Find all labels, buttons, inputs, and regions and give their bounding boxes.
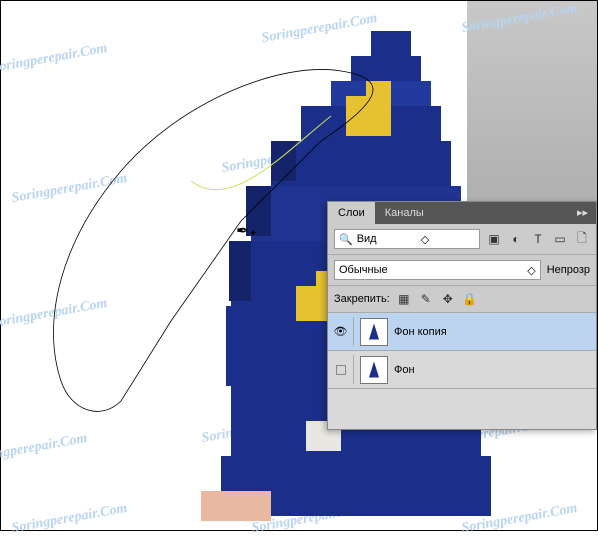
lock-move-icon[interactable]: ✥ — [440, 291, 456, 307]
layer-filter-select[interactable]: 🔍 ◇ — [334, 229, 480, 249]
layer-thumbnail[interactable] — [360, 318, 388, 346]
layer-item[interactable]: Фон — [328, 351, 596, 389]
layer-name: Фон — [394, 364, 596, 376]
watermark: Soringperepair.Com — [11, 501, 129, 537]
filter-type-icon[interactable]: T — [530, 231, 546, 247]
filter-image-icon[interactable]: ▣ — [486, 231, 502, 247]
filter-adjust-icon[interactable]: ◐ — [508, 231, 524, 247]
lock-label: Закрепить: — [334, 293, 390, 305]
watermark: Soringperepair.Com — [0, 431, 89, 467]
watermark: Soringperepair.Com — [11, 171, 129, 207]
dropdown-icon: ◇ — [421, 233, 429, 246]
search-icon: 🔍 — [339, 233, 353, 246]
layer-list: 👁 Фон копия Фон — [328, 313, 596, 429]
blend-mode-select[interactable]: Обычные ◇ — [334, 260, 541, 280]
tab-layers[interactable]: Слои — [328, 202, 375, 224]
layer-thumbnail[interactable] — [360, 356, 388, 384]
layer-item[interactable]: 👁 Фон копия — [328, 313, 596, 351]
lock-all-icon[interactable]: 🔒 — [462, 291, 478, 307]
watermark: Soringperepair.Com — [0, 296, 109, 332]
blend-mode-value: Обычные — [339, 264, 388, 276]
panel-lock-row: Закрепить: ▦ ✎ ✥ 🔒 — [328, 286, 596, 313]
layer-name: Фон копия — [394, 326, 596, 338]
panel-filter-row: 🔍 ◇ ▣ ◐ T ▭ 🗋 — [328, 224, 596, 255]
filter-smart-icon[interactable]: 🗋 — [574, 231, 590, 247]
panel-tabs: Слои Каналы ▸▸ — [328, 202, 596, 224]
opacity-label: Непрозр — [547, 264, 590, 276]
visibility-toggle[interactable] — [336, 365, 346, 375]
panel-blend-row: Обычные ◇ Непрозр — [328, 255, 596, 286]
dropdown-icon: ◇ — [527, 264, 535, 277]
lock-brush-icon[interactable]: ✎ — [418, 291, 434, 307]
watermark: Soringperepair.Com — [0, 41, 109, 77]
layer-filter-input[interactable] — [357, 233, 417, 245]
lock-pixels-icon[interactable]: ▦ — [396, 291, 412, 307]
panel-menu-icon[interactable]: ▸▸ — [569, 202, 596, 224]
visibility-eye-icon[interactable]: 👁 — [334, 325, 348, 338]
tab-channels[interactable]: Каналы — [375, 202, 434, 224]
layers-panel: Слои Каналы ▸▸ 🔍 ◇ ▣ ◐ T ▭ 🗋 Обычные ◇ Н… — [327, 201, 597, 430]
filter-shape-icon[interactable]: ▭ — [552, 231, 568, 247]
